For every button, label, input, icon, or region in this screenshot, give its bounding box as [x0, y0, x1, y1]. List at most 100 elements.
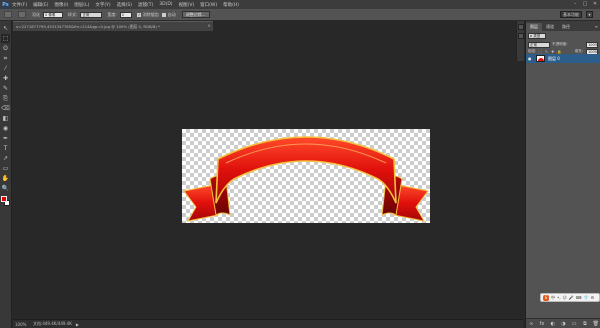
menu-view[interactable]: 视图(V) [179, 2, 195, 8]
menu-filter[interactable]: 滤镜(T) [138, 2, 153, 8]
style-select[interactable]: 正常 [80, 11, 103, 18]
tab-paths[interactable]: 路径 [558, 23, 574, 31]
ps-logo: Ps [1, 0, 10, 9]
menu-select[interactable]: 选择(S) [117, 2, 132, 8]
close-tab-icon[interactable]: × [207, 22, 211, 31]
options-bar: 羽化 0 像素 样式: 正常 宽度: 0 ✓ 消除锯齿 自动 调整边缘... 基… [0, 9, 600, 21]
antialias-label: 消除锯齿 [142, 11, 159, 17]
opacity-label: 不透明度: [552, 42, 568, 46]
menu-edit[interactable]: 编辑(E) [33, 2, 48, 8]
new-layer-icon[interactable]: ⧉ [582, 321, 588, 327]
tool-preset-icon[interactable] [4, 11, 12, 18]
status-bar: 100% 文档:449.4K/449.4K ▶ [13, 319, 523, 328]
antialias-checkbox[interactable]: ✓ [136, 12, 141, 17]
layer-row[interactable]: ● 图层 0 [526, 54, 600, 63]
menu-help[interactable]: 帮助(H) [223, 2, 239, 8]
lasso-tool-icon[interactable]: ʘ [1, 44, 10, 53]
clone-stamp-tool-icon[interactable]: ⎘ [1, 94, 10, 103]
selection-mode-icon[interactable] [18, 11, 26, 18]
layer-thumbnail [536, 55, 545, 62]
menu-layer[interactable]: 图层(L) [74, 2, 89, 8]
refine-edge-button[interactable]: 调整边缘... [181, 11, 210, 18]
type-tool-icon[interactable]: T [1, 144, 10, 153]
document-tab[interactable]: u=2271877799,4531347765&fm=214&gp=0.jpg … [13, 21, 213, 31]
panel-tabs: 图层 通道 路径 ≡ [526, 21, 600, 31]
layer-style-icon[interactable]: fx [539, 321, 545, 327]
style-label: 样式: [68, 11, 78, 17]
marquee-tool-icon[interactable]: ⬚ [1, 34, 10, 43]
menu-window[interactable]: 窗口(W) [200, 2, 217, 8]
add-mask-icon[interactable]: ◐ [550, 321, 556, 327]
link-layers-icon[interactable]: ∞ [528, 321, 534, 327]
workspace-select[interactable]: 基本功能 [560, 11, 582, 18]
width-label: 宽度: [107, 11, 117, 17]
width-input[interactable]: 0 [119, 11, 132, 18]
ime-emoji-icon[interactable]: ☺ [563, 295, 567, 300]
auto-label: 自动 [167, 11, 176, 17]
panel-menu-icon[interactable]: ≡ [595, 23, 600, 31]
status-menu-arrow-icon[interactable]: ▶ [76, 322, 79, 327]
ime-keyboard-icon[interactable]: ⌨ [576, 295, 582, 300]
menu-type[interactable]: 文字(Y) [95, 2, 110, 8]
eyedropper-tool-icon[interactable]: ✚ [1, 74, 10, 83]
tab-layers[interactable]: 图层 [526, 23, 542, 31]
layer-filter-row: ρ 类型 [526, 31, 600, 41]
zoom-tool-icon[interactable]: 🔍 [1, 184, 10, 193]
hand-tool-icon[interactable]: ✋ [1, 174, 10, 183]
zoom-level[interactable]: 100% [15, 322, 33, 327]
gradient-tool-icon[interactable]: ◧ [1, 114, 10, 123]
layer-kind-filter[interactable]: ρ 类型 [528, 33, 546, 39]
layers-panel: 图层 通道 路径 ≡ ρ 类型 正常 不透明度: 100% 锁定: ⬚ ✎ ✚ … [525, 21, 600, 328]
feather-input[interactable]: 0 像素 [43, 11, 63, 18]
delete-layer-icon[interactable]: 🗑 [593, 321, 599, 327]
dodge-tool-icon[interactable]: ◉ [1, 124, 10, 133]
history-panel-icon[interactable] [518, 24, 524, 30]
foreground-color-swatch[interactable] [0, 196, 7, 202]
quick-select-tool-icon[interactable]: ⌗ [1, 54, 10, 63]
move-tool-icon[interactable]: ↖ [1, 24, 10, 33]
minimize-button[interactable]: – [572, 1, 578, 7]
document-tab-title: u=2271877799,4531347765&fm=214&gp=0.jpg … [16, 24, 160, 29]
lock-icons[interactable]: ⬚ ✎ ✚ 🔒 [538, 50, 562, 54]
visibility-eye-icon[interactable]: ● [528, 56, 533, 61]
ime-punct-toggle[interactable]: •, [557, 295, 561, 300]
maximize-button[interactable]: □ [582, 1, 588, 7]
auto-checkbox[interactable] [161, 12, 166, 17]
layer-name[interactable]: 图层 0 [548, 56, 560, 62]
crop-tool-icon[interactable]: ⁄ [1, 64, 10, 73]
document-canvas[interactable] [182, 129, 430, 223]
brush-tool-icon[interactable]: ✎ [1, 84, 10, 93]
layers-panel-footer: ∞ fx ◐ ◑ ▭ ⧉ 🗑 [526, 318, 600, 328]
ime-lang-toggle[interactable]: 中 [551, 295, 555, 301]
menu-image[interactable]: 图像(I) [54, 2, 68, 8]
path-select-tool-icon[interactable]: ↗ [1, 154, 10, 163]
ribbon-banner-image [183, 136, 429, 222]
tab-channels[interactable]: 通道 [542, 23, 558, 31]
opacity-input[interactable]: 100% [586, 41, 598, 48]
menu-3d[interactable]: 3D(D) [159, 2, 172, 7]
blend-row: 正常 不透明度: 100% [526, 41, 600, 48]
workspace-menu-icon[interactable]: ▾ [586, 11, 593, 18]
tools-panel: ↖ ⬚ ʘ ⌗ ⁄ ✚ ✎ ⎘ ⌫ ◧ ◉ ✒ T ↗ ▭ ✋ 🔍 [0, 21, 12, 328]
properties-panel-icon[interactable] [518, 33, 524, 39]
document-size-info: 文档:449.4K/449.4K [33, 321, 72, 326]
ime-skin-icon[interactable]: 👕 [584, 295, 589, 300]
rectangle-tool-icon[interactable]: ▭ [1, 164, 10, 173]
ime-voice-icon[interactable]: 🎤 [569, 295, 574, 300]
ime-toolbar: S 中 •, ☺ 🎤 ⌨ 👕 ⚙ [540, 293, 600, 302]
canvas-area[interactable] [13, 31, 523, 317]
feather-label: 羽化 [32, 11, 40, 17]
eraser-tool-icon[interactable]: ⌫ [1, 104, 10, 113]
color-swatches[interactable] [0, 196, 11, 207]
blend-mode-select[interactable]: 正常 [528, 41, 550, 48]
menu-bar: Ps 文件(F) 编辑(E) 图像(I) 图层(L) 文字(Y) 选择(S) 滤… [0, 0, 600, 9]
pen-tool-icon[interactable]: ✒ [1, 134, 10, 143]
new-group-icon[interactable]: ▭ [571, 321, 577, 327]
sogou-logo[interactable]: S [543, 294, 549, 301]
menu-file[interactable]: 文件(F) [12, 2, 27, 8]
adjustment-layer-icon[interactable]: ◑ [560, 321, 566, 327]
window-controls: – □ ✕ [572, 1, 598, 7]
ime-settings-icon[interactable]: ⚙ [591, 295, 595, 300]
photoshop-window: Ps 文件(F) 编辑(E) 图像(I) 图层(L) 文字(Y) 选择(S) 滤… [0, 0, 600, 328]
close-window-button[interactable]: ✕ [592, 1, 598, 7]
